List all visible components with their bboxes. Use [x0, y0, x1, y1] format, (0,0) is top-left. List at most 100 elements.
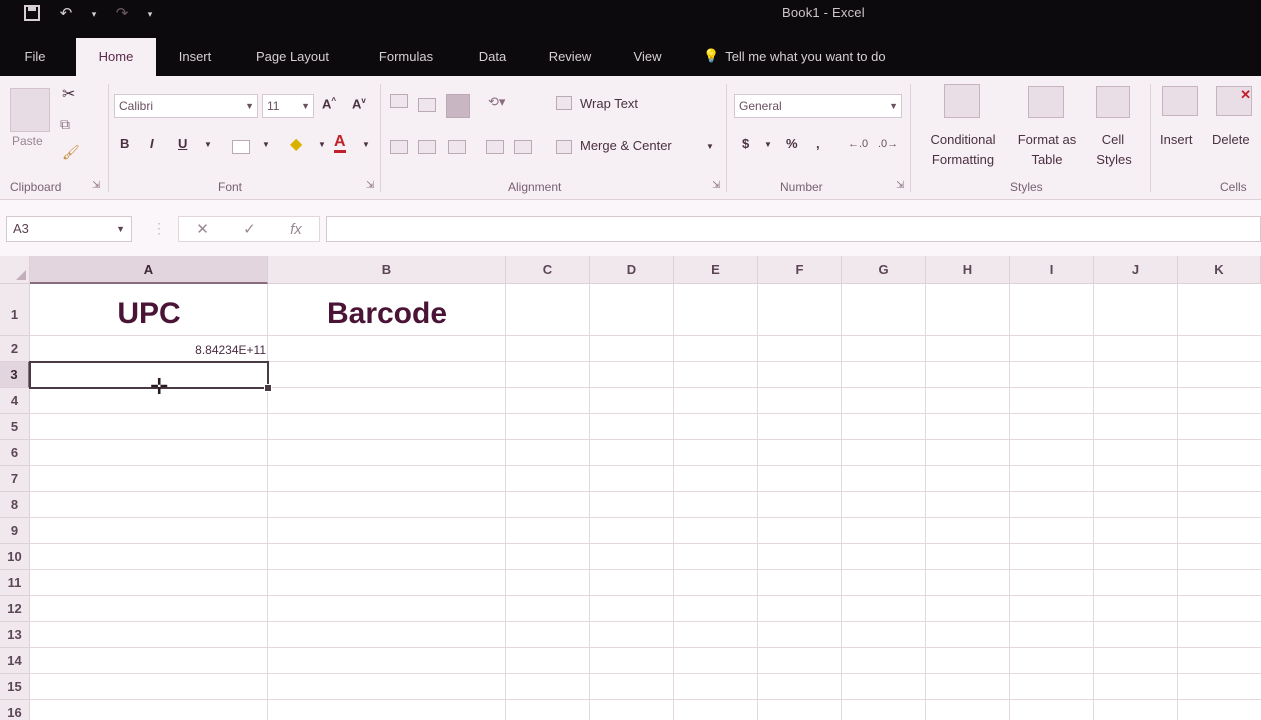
- row-header-2[interactable]: 2: [0, 336, 30, 362]
- enter-icon[interactable]: ✓: [243, 220, 256, 238]
- alignment-launcher-icon[interactable]: ⇲: [712, 180, 720, 191]
- conditional-formatting-label[interactable]: Conditional: [922, 132, 1004, 147]
- row-header-16[interactable]: 16: [0, 700, 30, 720]
- row-header-7[interactable]: 7: [0, 466, 30, 492]
- format-as-table-label2[interactable]: Table: [1010, 152, 1084, 167]
- chevron-down-icon[interactable]: ▼: [764, 140, 772, 149]
- column-header-e[interactable]: E: [674, 256, 758, 284]
- bold-button[interactable]: B: [120, 136, 129, 151]
- borders-icon[interactable]: [232, 140, 250, 154]
- column-header-d[interactable]: D: [590, 256, 674, 284]
- number-format-select[interactable]: General ▼: [734, 94, 902, 118]
- column-header-i[interactable]: I: [1010, 256, 1094, 284]
- top-align-icon[interactable]: [390, 94, 408, 108]
- decrease-indent-icon[interactable]: [486, 140, 504, 154]
- cell-styles-icon[interactable]: [1096, 86, 1130, 118]
- row-header-9[interactable]: 9: [0, 518, 30, 544]
- font-size-select[interactable]: 11 ▼: [262, 94, 314, 118]
- decrease-decimal-icon[interactable]: .0→: [878, 138, 898, 150]
- bottom-align-icon[interactable]: [446, 94, 470, 118]
- tab-view[interactable]: View: [620, 44, 675, 76]
- chevron-down-icon[interactable]: ▼: [706, 142, 714, 151]
- save-icon[interactable]: [22, 4, 42, 24]
- chevron-down-icon[interactable]: ▾: [90, 4, 98, 24]
- tab-page-layout[interactable]: Page Layout: [240, 44, 345, 76]
- column-header-h[interactable]: H: [926, 256, 1010, 284]
- italic-button[interactable]: I: [150, 136, 154, 151]
- column-header-g[interactable]: G: [842, 256, 926, 284]
- decrease-font-icon[interactable]: Av: [352, 96, 366, 111]
- orientation-icon[interactable]: ⟲▾: [488, 94, 505, 110]
- clipboard-launcher-icon[interactable]: ⇲: [92, 180, 100, 191]
- comma-button[interactable]: ,: [816, 136, 820, 151]
- cell-b1[interactable]: Barcode: [268, 284, 506, 336]
- align-center-icon[interactable]: [418, 140, 436, 154]
- chevron-down-icon[interactable]: ▼: [262, 140, 270, 149]
- increase-indent-icon[interactable]: [514, 140, 532, 154]
- format-as-table-icon[interactable]: [1028, 86, 1064, 118]
- conditional-formatting-icon[interactable]: [944, 84, 980, 118]
- row-header-10[interactable]: 10: [0, 544, 30, 570]
- column-header-c[interactable]: C: [506, 256, 590, 284]
- tab-formulas[interactable]: Formulas: [362, 44, 450, 76]
- increase-decimal-icon[interactable]: ←.0: [848, 138, 868, 150]
- fill-color-icon[interactable]: ◆: [290, 134, 302, 154]
- cell-styles-label2[interactable]: Styles: [1086, 152, 1142, 167]
- cancel-icon[interactable]: ✕: [196, 220, 209, 238]
- column-header-k[interactable]: K: [1178, 256, 1261, 284]
- tab-home[interactable]: Home: [76, 38, 156, 76]
- row-header-6[interactable]: 6: [0, 440, 30, 466]
- copy-icon[interactable]: ⧉: [60, 116, 70, 133]
- column-header-a[interactable]: A: [30, 256, 268, 284]
- column-header-b[interactable]: B: [268, 256, 506, 284]
- font-launcher-icon[interactable]: ⇲: [366, 180, 374, 191]
- insert-function-icon[interactable]: fx: [290, 221, 302, 238]
- redo-icon[interactable]: ↷: [112, 4, 132, 24]
- row-header-8[interactable]: 8: [0, 492, 30, 518]
- align-right-icon[interactable]: [448, 140, 466, 154]
- underline-button[interactable]: U: [178, 136, 187, 151]
- worksheet-grid[interactable]: A B C D E F G H I J K 1 2 3 4 5 6 7 8 9 …: [0, 256, 1261, 720]
- font-name-select[interactable]: Calibri ▼: [114, 94, 258, 118]
- merge-center-button[interactable]: Merge & Center: [580, 138, 672, 153]
- customize-qat-icon[interactable]: ▾: [146, 4, 154, 24]
- conditional-formatting-label2[interactable]: Formatting: [918, 152, 1008, 167]
- format-as-table-label[interactable]: Format as: [1010, 132, 1084, 147]
- select-all-button[interactable]: [0, 256, 30, 284]
- number-launcher-icon[interactable]: ⇲: [896, 180, 904, 191]
- percent-button[interactable]: %: [786, 136, 798, 151]
- tab-review[interactable]: Review: [535, 44, 605, 76]
- row-header-5[interactable]: 5: [0, 414, 30, 440]
- row-header-11[interactable]: 11: [0, 570, 30, 596]
- paste-icon[interactable]: [10, 88, 50, 132]
- row-header-13[interactable]: 13: [0, 622, 30, 648]
- insert-cells-label[interactable]: Insert: [1160, 132, 1193, 147]
- cell-a1[interactable]: UPC: [30, 284, 268, 336]
- column-header-j[interactable]: J: [1094, 256, 1178, 284]
- currency-button[interactable]: $: [742, 136, 749, 151]
- row-header-15[interactable]: 15: [0, 674, 30, 700]
- chevron-down-icon[interactable]: ▼: [362, 140, 370, 149]
- middle-align-icon[interactable]: [418, 98, 436, 112]
- delete-cells-icon[interactable]: ✕: [1216, 86, 1252, 116]
- formula-bar-splitter[interactable]: ⋮: [152, 220, 166, 237]
- column-header-f[interactable]: F: [758, 256, 842, 284]
- font-color-icon[interactable]: A: [334, 134, 346, 153]
- row-header-4[interactable]: 4: [0, 388, 30, 414]
- tell-me-box[interactable]: 💡 Tell me what you want to do: [703, 48, 886, 64]
- wrap-text-icon[interactable]: [556, 96, 572, 110]
- chevron-down-icon[interactable]: ▼: [318, 140, 326, 149]
- row-header-14[interactable]: 14: [0, 648, 30, 674]
- increase-font-icon[interactable]: A^: [322, 96, 336, 111]
- tab-insert[interactable]: Insert: [165, 44, 225, 76]
- tab-file[interactable]: File: [10, 44, 60, 76]
- cell-styles-label[interactable]: Cell: [1090, 132, 1136, 147]
- undo-icon[interactable]: ↶: [56, 4, 76, 24]
- row-header-12[interactable]: 12: [0, 596, 30, 622]
- name-box[interactable]: A3 ▼: [6, 216, 132, 242]
- tab-data[interactable]: Data: [465, 44, 520, 76]
- chevron-down-icon[interactable]: ▼: [204, 140, 212, 149]
- formula-input[interactable]: [326, 216, 1261, 242]
- format-painter-icon[interactable]: 🖌: [62, 144, 80, 161]
- wrap-text-button[interactable]: Wrap Text: [580, 96, 638, 111]
